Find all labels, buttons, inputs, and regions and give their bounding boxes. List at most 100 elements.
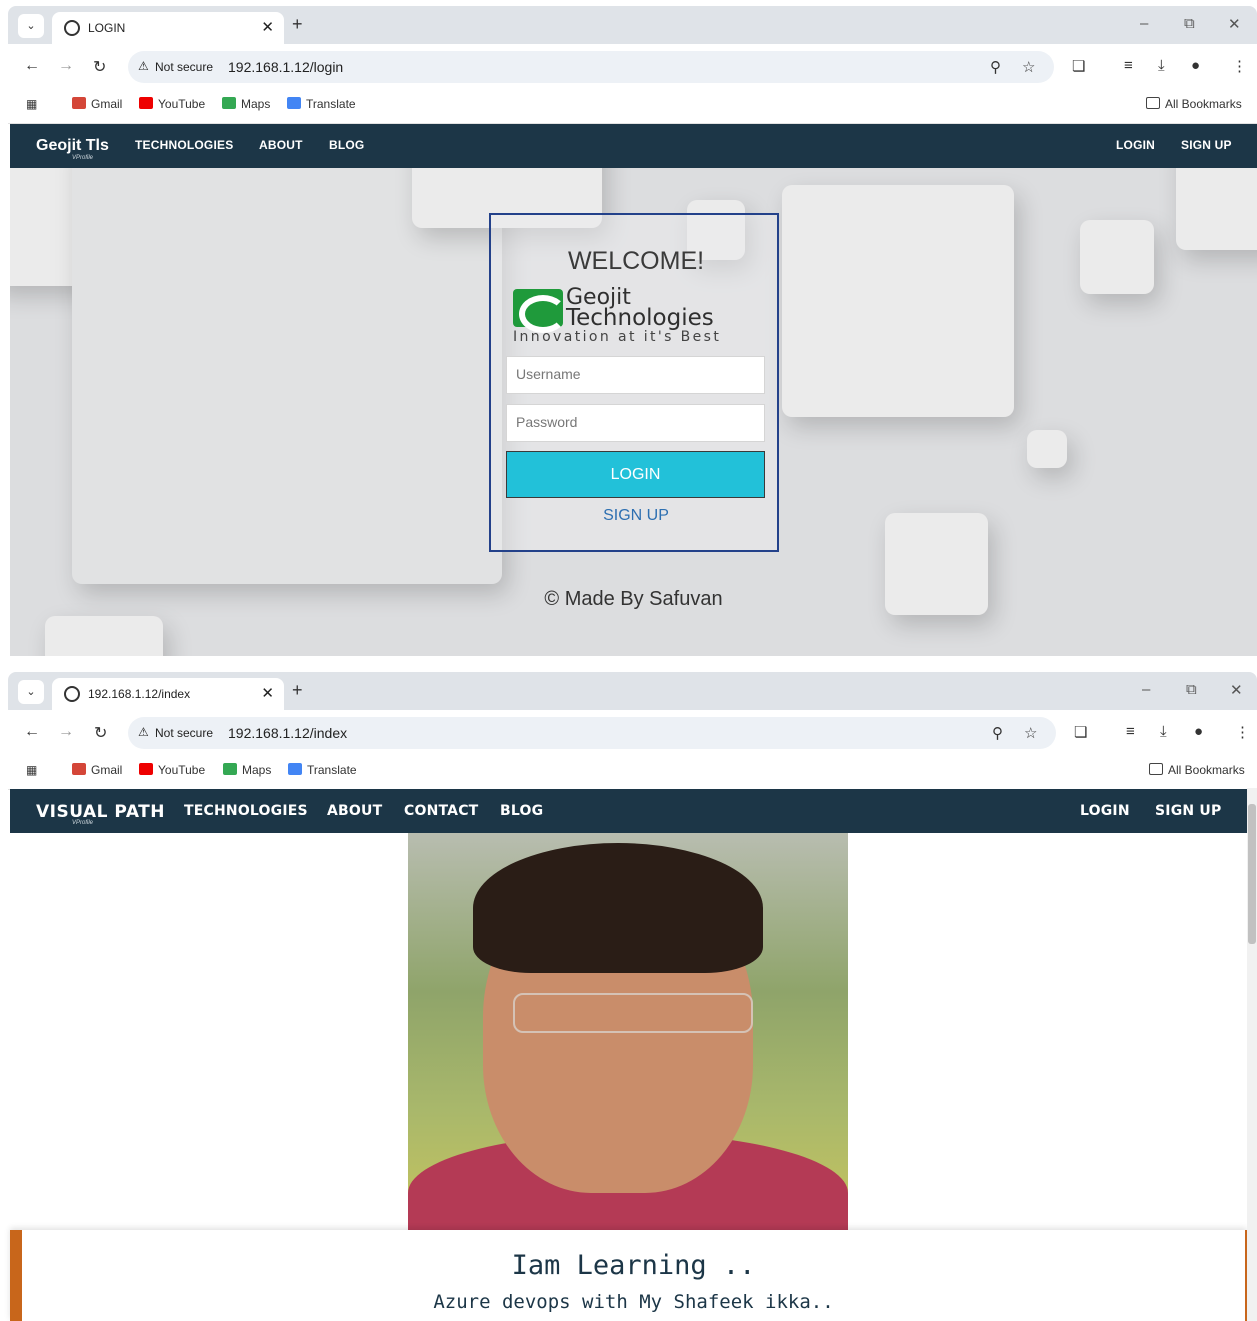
restore-icon[interactable]: ⧉ <box>1184 15 1195 32</box>
welcome-heading: WELCOME! <box>567 247 705 275</box>
nav-login[interactable]: LOGIN <box>1116 138 1155 152</box>
warning-icon: ⚠ <box>138 725 149 739</box>
card-title: Iam Learning .. <box>511 1250 756 1281</box>
browser-toolbar: ← → ↻ ⚠ Not secure 192.168.1.12/index ⚲ … <box>8 710 1257 756</box>
new-tab-icon[interactable]: + <box>292 680 303 701</box>
login-window: ⌄ LOGIN ✕ + – ⧉ ✕ ← → ↻ ⚠ Not secure 192… <box>0 0 1257 656</box>
avatar[interactable]: ● <box>1191 57 1200 74</box>
bookmark-youtube[interactable]: YouTube <box>139 97 205 111</box>
menu-icon[interactable]: ⋮ <box>1235 723 1250 741</box>
nav-contact[interactable]: CONTACT <box>404 803 478 819</box>
download-icon[interactable]: ⤓ <box>1158 57 1165 74</box>
bg-square <box>45 616 163 656</box>
bookmark-translate[interactable]: Translate <box>288 763 357 777</box>
media-icon[interactable]: ≡ <box>1124 57 1133 74</box>
menu-icon[interactable]: ⋮ <box>1232 57 1247 75</box>
forward-icon[interactable]: → <box>58 57 74 75</box>
nav-technologies[interactable]: TECHNOLOGIES <box>135 138 233 152</box>
extensions-icon[interactable]: ❏ <box>1072 57 1085 75</box>
zoom-icon[interactable]: ⚲ <box>990 58 1001 76</box>
bookmarks-bar: ▦ Gmail YouTube Maps Translate All Bookm… <box>8 90 1257 124</box>
not-secure-label[interactable]: Not secure <box>155 726 213 740</box>
reload-icon[interactable]: ↻ <box>94 723 107 743</box>
restore-icon[interactable]: ⧉ <box>1186 681 1197 698</box>
brand-logo[interactable]: VISUAL PATH <box>36 802 165 822</box>
tab-login[interactable]: LOGIN ✕ <box>52 12 284 44</box>
tab-strip: ⌄ LOGIN ✕ + – ⧉ ✕ <box>8 6 1257 44</box>
apps-icon[interactable]: ▦ <box>26 97 37 111</box>
index-content: Iam Learning .. Azure devops with My Sha… <box>10 833 1247 1321</box>
star-icon[interactable]: ☆ <box>1024 724 1037 742</box>
address-bar[interactable]: ⚠ Not secure 192.168.1.12/index ⚲ ☆ <box>128 717 1056 749</box>
login-background: WELCOME! Geojit Technologies Innovation … <box>10 168 1257 656</box>
scrollbar-thumb[interactable] <box>1248 804 1256 944</box>
url-text[interactable]: 192.168.1.12/login <box>228 59 343 75</box>
nav-technologies[interactable]: TECHNOLOGIES <box>184 803 308 819</box>
bookmark-gmail[interactable]: Gmail <box>72 763 122 777</box>
login-button[interactable]: LOGIN <box>506 451 765 498</box>
bookmark-youtube[interactable]: YouTube <box>139 763 205 777</box>
gmail-icon <box>72 763 86 775</box>
youtube-icon <box>139 763 153 775</box>
close-window-icon[interactable]: ✕ <box>1230 681 1243 699</box>
nav-blog[interactable]: BLOG <box>329 138 364 152</box>
nav-signup[interactable]: SIGN UP <box>1181 138 1232 152</box>
warning-icon: ⚠ <box>138 59 149 73</box>
nav-about[interactable]: ABOUT <box>259 138 303 152</box>
zoom-icon[interactable]: ⚲ <box>992 724 1003 742</box>
photo-glasses <box>513 993 753 1033</box>
bg-square <box>1176 168 1257 250</box>
nav-signup[interactable]: SIGN UP <box>1155 803 1221 819</box>
learning-card: Iam Learning .. Azure devops with My Sha… <box>10 1230 1247 1321</box>
brand-subtitle: VProfile <box>72 820 94 826</box>
credit-text: © Made By Safuvan <box>544 588 723 610</box>
folder-icon <box>1149 763 1163 775</box>
youtube-icon <box>139 97 153 109</box>
bookmark-gmail[interactable]: Gmail <box>72 97 122 111</box>
all-bookmarks[interactable]: All Bookmarks <box>1149 763 1245 777</box>
extensions-icon[interactable]: ❏ <box>1074 723 1087 741</box>
bookmark-maps[interactable]: Maps <box>222 97 270 111</box>
avatar[interactable]: ● <box>1194 723 1203 740</box>
signup-link[interactable]: SIGN UP <box>491 507 781 525</box>
nav-login[interactable]: LOGIN <box>1080 803 1130 819</box>
translate-icon <box>288 763 302 775</box>
page-scrollbar[interactable] <box>1247 788 1257 1321</box>
minimize-icon[interactable]: – <box>1140 15 1148 32</box>
new-tab-icon[interactable]: + <box>292 14 303 35</box>
forward-icon[interactable]: → <box>58 723 74 741</box>
bg-square <box>72 168 502 584</box>
download-icon[interactable]: ⤓ <box>1160 723 1167 740</box>
nav-about[interactable]: ABOUT <box>327 803 382 819</box>
all-bookmarks[interactable]: All Bookmarks <box>1146 97 1242 111</box>
not-secure-label[interactable]: Not secure <box>155 60 213 74</box>
tab-search-button[interactable]: ⌄ <box>18 680 44 704</box>
gmail-icon <box>72 97 86 109</box>
star-icon[interactable]: ☆ <box>1022 58 1035 76</box>
back-icon[interactable]: ← <box>24 57 40 75</box>
bookmark-maps[interactable]: Maps <box>223 763 271 777</box>
username-input[interactable]: Username <box>506 356 765 394</box>
brand-logo[interactable]: Geojit Tls <box>36 137 109 155</box>
password-input[interactable]: Password <box>506 404 765 442</box>
address-bar[interactable]: ⚠ Not secure 192.168.1.12/login ⚲ ☆ <box>128 51 1054 83</box>
tab-search-button[interactable]: ⌄ <box>18 14 44 38</box>
logo-text-technologies: Technologies <box>566 305 714 331</box>
close-tab-icon[interactable]: ✕ <box>261 684 274 702</box>
nav-blog[interactable]: BLOG <box>500 803 543 819</box>
close-tab-icon[interactable]: ✕ <box>261 18 274 36</box>
url-text[interactable]: 192.168.1.12/index <box>228 725 347 741</box>
tab-title: 192.168.1.12/index <box>88 687 191 701</box>
maps-icon <box>222 97 236 109</box>
bookmark-translate[interactable]: Translate <box>287 97 356 111</box>
minimize-icon[interactable]: – <box>1142 681 1150 698</box>
back-icon[interactable]: ← <box>24 723 40 741</box>
tab-index[interactable]: 192.168.1.12/index ✕ <box>52 678 284 710</box>
media-icon[interactable]: ≡ <box>1126 723 1135 740</box>
close-window-icon[interactable]: ✕ <box>1228 15 1241 33</box>
geojit-logo-icon <box>513 289 567 333</box>
apps-icon[interactable]: ▦ <box>26 763 37 777</box>
folder-icon <box>1146 97 1160 109</box>
reload-icon[interactable]: ↻ <box>93 57 106 77</box>
tab-strip: ⌄ 192.168.1.12/index ✕ + – ⧉ ✕ <box>8 672 1257 710</box>
